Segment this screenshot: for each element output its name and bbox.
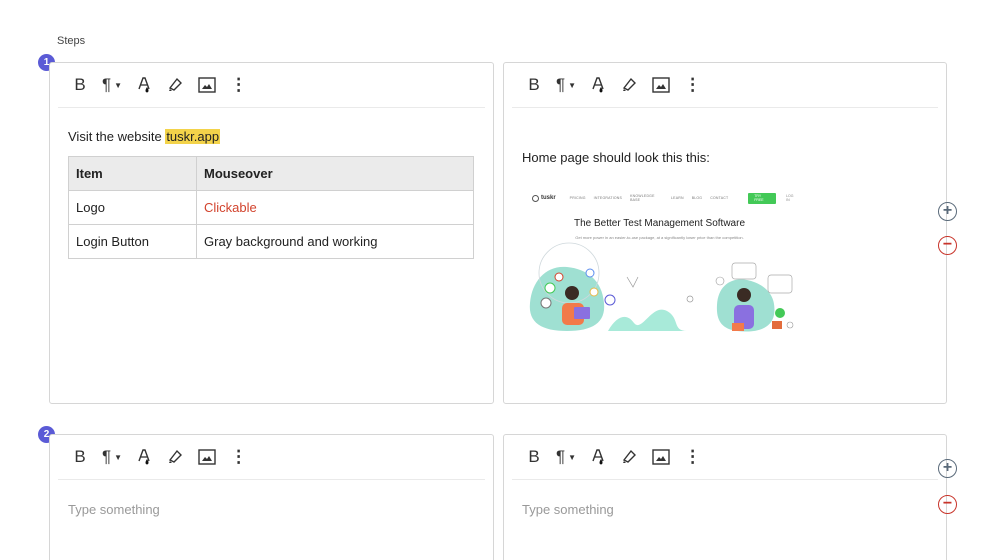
- paragraph-format-button[interactable]: ¶ ▼: [556, 445, 576, 469]
- highlight-button[interactable]: [620, 445, 638, 469]
- mouseover-table: Item Mouseover Logo Clickable Login Butt…: [68, 156, 474, 259]
- highlighter-icon: [168, 449, 183, 463]
- editor-content[interactable]: Visit the website tuskr.app Item Mouseov…: [68, 129, 475, 259]
- remove-step-button[interactable]: −: [938, 236, 957, 255]
- plus-icon: +: [942, 202, 953, 219]
- more-options-button[interactable]: ⋮: [230, 73, 247, 97]
- table-header: Item: [68, 156, 197, 191]
- table-cell: Logo: [68, 190, 197, 225]
- highlighter-icon: [622, 77, 637, 91]
- editor-toolbar: B ¶ ▼ ⋮: [58, 63, 485, 108]
- homepage-screenshot-image: tuskr PRICING INTEGRATIONS KNOWLEDGE BAS…: [522, 185, 797, 335]
- editor-placeholder[interactable]: Type something: [522, 502, 928, 517]
- screenshot-illustration: [529, 242, 794, 332]
- text-color-button[interactable]: [590, 445, 606, 469]
- add-step-button[interactable]: +: [938, 459, 957, 478]
- editor-toolbar: B ¶ ▼ ⋮: [512, 435, 938, 480]
- step-2-action-editor[interactable]: B ¶ ▼ ⋮ Type something: [49, 434, 494, 560]
- insert-image-button[interactable]: [652, 73, 670, 97]
- editor-placeholder[interactable]: Type something: [68, 502, 475, 517]
- table-cell: Login Button: [68, 224, 197, 259]
- highlighter-icon: [168, 77, 183, 91]
- image-icon: [652, 449, 670, 465]
- table-row: Login Button Gray background and working: [68, 224, 474, 259]
- image-icon: [652, 77, 670, 93]
- text-color-icon: [592, 77, 604, 93]
- highlight-button[interactable]: [166, 445, 184, 469]
- text-color-icon: [138, 449, 150, 465]
- editor-toolbar: B ¶ ▼ ⋮: [512, 63, 938, 108]
- highlight-button[interactable]: [620, 73, 638, 97]
- step-1-expected-editor[interactable]: B ¶ ▼ ⋮ Home page should look this this: …: [503, 62, 947, 404]
- expected-result-text: Home page should look this this:: [522, 150, 710, 165]
- text-color-icon: [138, 77, 150, 93]
- table-row: Logo Clickable: [68, 190, 474, 225]
- more-options-button[interactable]: ⋮: [684, 445, 701, 469]
- image-icon: [198, 449, 216, 465]
- bold-button[interactable]: B: [526, 73, 542, 97]
- step-1-action-editor[interactable]: B ¶ ▼ ⋮ Visit the website tuskr.app Item …: [49, 62, 494, 404]
- bold-button[interactable]: B: [72, 445, 88, 469]
- plus-icon: +: [942, 459, 953, 476]
- bold-button[interactable]: B: [72, 73, 88, 97]
- website-link[interactable]: tuskr.app: [165, 129, 221, 144]
- step-2-expected-editor[interactable]: B ¶ ▼ ⋮ Type something: [503, 434, 947, 560]
- text-color-button[interactable]: [136, 73, 152, 97]
- insert-image-button[interactable]: [652, 445, 670, 469]
- highlighter-icon: [622, 449, 637, 463]
- more-options-button[interactable]: ⋮: [230, 445, 247, 469]
- remove-step-button[interactable]: −: [938, 495, 957, 514]
- insert-image-button[interactable]: [198, 445, 216, 469]
- highlight-button[interactable]: [166, 73, 184, 97]
- editor-toolbar: B ¶ ▼ ⋮: [58, 435, 485, 480]
- text-color-button[interactable]: [590, 73, 606, 97]
- bold-button[interactable]: B: [526, 445, 542, 469]
- paragraph-format-button[interactable]: ¶ ▼: [556, 73, 576, 97]
- table-cell: Gray background and working: [196, 224, 474, 259]
- table-header: Mouseover: [196, 156, 474, 191]
- minus-icon: −: [942, 236, 953, 253]
- steps-label: Steps: [57, 35, 86, 47]
- image-icon: [198, 77, 216, 93]
- step-instruction: Visit the website tuskr.app: [68, 129, 221, 144]
- text-color-icon: [592, 449, 604, 465]
- table-cell: Clickable: [196, 190, 474, 225]
- minus-icon: −: [942, 495, 953, 512]
- more-options-button[interactable]: ⋮: [684, 73, 701, 97]
- paragraph-format-button[interactable]: ¶ ▼: [102, 73, 122, 97]
- add-step-button[interactable]: +: [938, 202, 957, 221]
- insert-image-button[interactable]: [198, 73, 216, 97]
- text-color-button[interactable]: [136, 445, 152, 469]
- paragraph-format-button[interactable]: ¶ ▼: [102, 445, 122, 469]
